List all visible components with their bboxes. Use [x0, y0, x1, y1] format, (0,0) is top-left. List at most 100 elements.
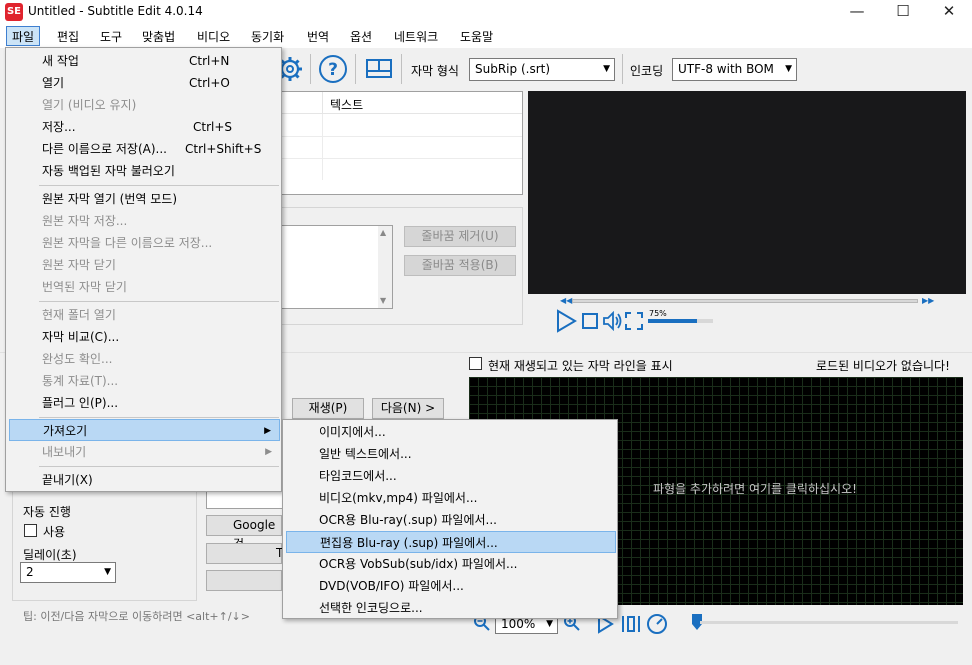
menu-statistics[interactable]: 통계 자료(T)...: [9, 370, 280, 392]
menu-tools[interactable]: 도구: [95, 27, 127, 46]
apply-linebreaks-button[interactable]: 줄바꿈 적용(B): [404, 255, 516, 276]
menu-help[interactable]: 도움말: [455, 27, 498, 46]
import-dvd[interactable]: DVD(VOB/IFO) 파일에서...: [286, 575, 616, 597]
show-current-line-checkbox[interactable]: [469, 357, 482, 370]
extra-button[interactable]: [206, 570, 282, 591]
menu-save-label: 저장...: [42, 120, 76, 134]
import-from-images[interactable]: 이미지에서...: [286, 421, 616, 443]
menu-options[interactable]: 옵션: [345, 27, 377, 46]
import-timecodes[interactable]: 타임코드에서...: [286, 465, 616, 487]
menu-completeness[interactable]: 완성도 확인...: [9, 348, 280, 370]
menu-exit[interactable]: 끝내기(X): [9, 469, 280, 491]
volume-percent: 75%: [649, 309, 667, 318]
waveform-position-track[interactable]: [700, 621, 958, 624]
menu-plugins[interactable]: 플러그 인(P)...: [9, 392, 280, 414]
encoding-value: UTF-8 with BOM: [678, 62, 774, 76]
menu-sync[interactable]: 동기화: [246, 27, 289, 46]
menu-video[interactable]: 비디오: [192, 27, 235, 46]
toolbar-separator: [355, 54, 356, 84]
remove-linebreaks-button[interactable]: 줄바꿈 제거(U): [404, 226, 516, 247]
tip-text: 팁: 이전/다음 자막으로 이동하려면 <alt+↑/↓>: [23, 610, 250, 623]
use-label: 사용: [43, 525, 66, 539]
stop-icon[interactable]: [581, 312, 599, 330]
play-icon[interactable]: [554, 309, 578, 333]
play-button[interactable]: 재생(P): [292, 398, 364, 419]
menu-import-label: 가져오기: [43, 424, 88, 438]
speed-icon[interactable]: [646, 613, 668, 635]
import-bluray-ocr[interactable]: OCR용 Blu-ray(.sup) 파일에서...: [286, 509, 616, 531]
grid-col-text[interactable]: 텍스트: [330, 96, 363, 113]
import-plain-text[interactable]: 일반 텍스트에서...: [286, 443, 616, 465]
format-select[interactable]: SubRip (.srt) ▼: [469, 58, 615, 81]
translate-button[interactable]: T: [206, 543, 283, 564]
menu-open-keep-video[interactable]: 열기 (비디오 유지): [9, 94, 280, 116]
menu-export[interactable]: 내보내기 ▶: [9, 441, 280, 463]
menu-save-original-as[interactable]: 원본 자막을 다른 이름으로 저장...: [9, 232, 280, 254]
menu-save-as[interactable]: 다른 이름으로 저장(A)... Ctrl+Shift+S: [9, 138, 280, 160]
menu-import[interactable]: 가져오기 ▶: [9, 419, 280, 441]
chevron-down-icon: ▼: [104, 567, 111, 577]
menu-save-as-shortcut: Ctrl+Shift+S: [185, 142, 262, 156]
encoding-label: 인코딩: [630, 64, 664, 78]
next-button[interactable]: 다음(N) >: [372, 398, 444, 419]
volume-icon[interactable]: [602, 311, 624, 331]
scroll-up-icon[interactable]: ▲: [380, 228, 386, 237]
delay-select[interactable]: 2 ▼: [20, 562, 116, 583]
menu-save-original[interactable]: 원본 자막 저장...: [9, 210, 280, 232]
import-from-video[interactable]: 비디오(mkv,mp4) 파일에서...: [286, 487, 616, 509]
menu-save[interactable]: 저장... Ctrl+S: [9, 116, 280, 138]
chevron-right-icon: ▶: [265, 447, 272, 457]
maximize-button[interactable]: ☐: [880, 0, 926, 24]
search-text-input[interactable]: [206, 490, 282, 509]
show-current-line-label: 현재 재생되고 있는 자막 라인을 표시: [488, 359, 673, 373]
svg-text:?: ?: [328, 60, 338, 80]
close-button[interactable]: ✕: [926, 0, 972, 24]
subtitle-textbox[interactable]: [280, 225, 393, 309]
delay-value: 2: [26, 565, 34, 579]
menu-open-label: 열기: [42, 76, 65, 90]
menu-separator: [39, 466, 279, 467]
auto-continue-checkbox[interactable]: [24, 524, 37, 537]
menu-save-as-label: 다른 이름으로 저장(A)...: [42, 142, 167, 156]
video-position-track[interactable]: [572, 299, 918, 303]
menu-edit[interactable]: 편집: [52, 27, 84, 46]
app-icon: SE: [5, 3, 23, 21]
google-search-button[interactable]: Google 검: [206, 515, 282, 551]
fullscreen-icon[interactable]: [625, 312, 643, 330]
menu-separator: [39, 301, 279, 302]
menu-separator: [39, 417, 279, 418]
menu-network[interactable]: 네트워크: [389, 27, 443, 46]
menu-open-shortcut: Ctrl+O: [189, 76, 230, 90]
menu-close-original[interactable]: 원본 자막 닫기: [9, 254, 280, 276]
menu-new-label: 새 작업: [42, 54, 79, 68]
waveform-hint: 파형을 추가하려면 여기를 클릭하십시오!: [653, 482, 857, 496]
grid-column-divider: [322, 114, 323, 180]
menu-separator: [39, 185, 279, 186]
forward-icon[interactable]: ▶▶: [922, 296, 934, 305]
menu-export-label: 내보내기: [42, 445, 87, 459]
menu-new[interactable]: 새 작업 Ctrl+N: [9, 50, 280, 72]
waveform-toggle-icon[interactable]: [620, 614, 642, 634]
import-vobsub-ocr[interactable]: OCR용 VobSub(sub/idx) 파일에서...: [286, 553, 616, 575]
encoding-select[interactable]: UTF-8 with BOM ▼: [672, 58, 797, 81]
auto-continue-label: 자동 진행: [23, 505, 71, 519]
video-player[interactable]: [528, 91, 966, 294]
menu-file[interactable]: 파일: [6, 26, 41, 46]
no-video-label: 로드된 비디오가 없습니다!: [816, 359, 950, 373]
scroll-down-icon[interactable]: ▼: [380, 296, 386, 305]
import-with-encoding[interactable]: 선택한 인코딩으로...: [286, 597, 616, 619]
minimize-button[interactable]: —: [834, 0, 880, 24]
menu-translate[interactable]: 번역: [302, 27, 334, 46]
help-icon[interactable]: ?: [318, 54, 348, 84]
chevron-right-icon: ▶: [264, 426, 271, 436]
menu-open[interactable]: 열기 Ctrl+O: [9, 72, 280, 94]
menu-compare[interactable]: 자막 비교(C)...: [9, 326, 280, 348]
layout-icon[interactable]: [364, 54, 394, 84]
menu-restore-autobackup[interactable]: 자동 백업된 자막 불러오기: [9, 160, 280, 182]
menu-open-folder[interactable]: 현재 폴더 열기: [9, 304, 280, 326]
import-bluray-edit[interactable]: 편집용 Blu-ray (.sup) 파일에서...: [286, 531, 616, 553]
menu-close-translated[interactable]: 번역된 자막 닫기: [9, 276, 280, 298]
menu-open-original[interactable]: 원본 자막 열기 (번역 모드): [9, 188, 280, 210]
rewind-icon[interactable]: ◀◀: [560, 296, 572, 305]
menu-spellcheck[interactable]: 맞춤법: [137, 27, 180, 46]
